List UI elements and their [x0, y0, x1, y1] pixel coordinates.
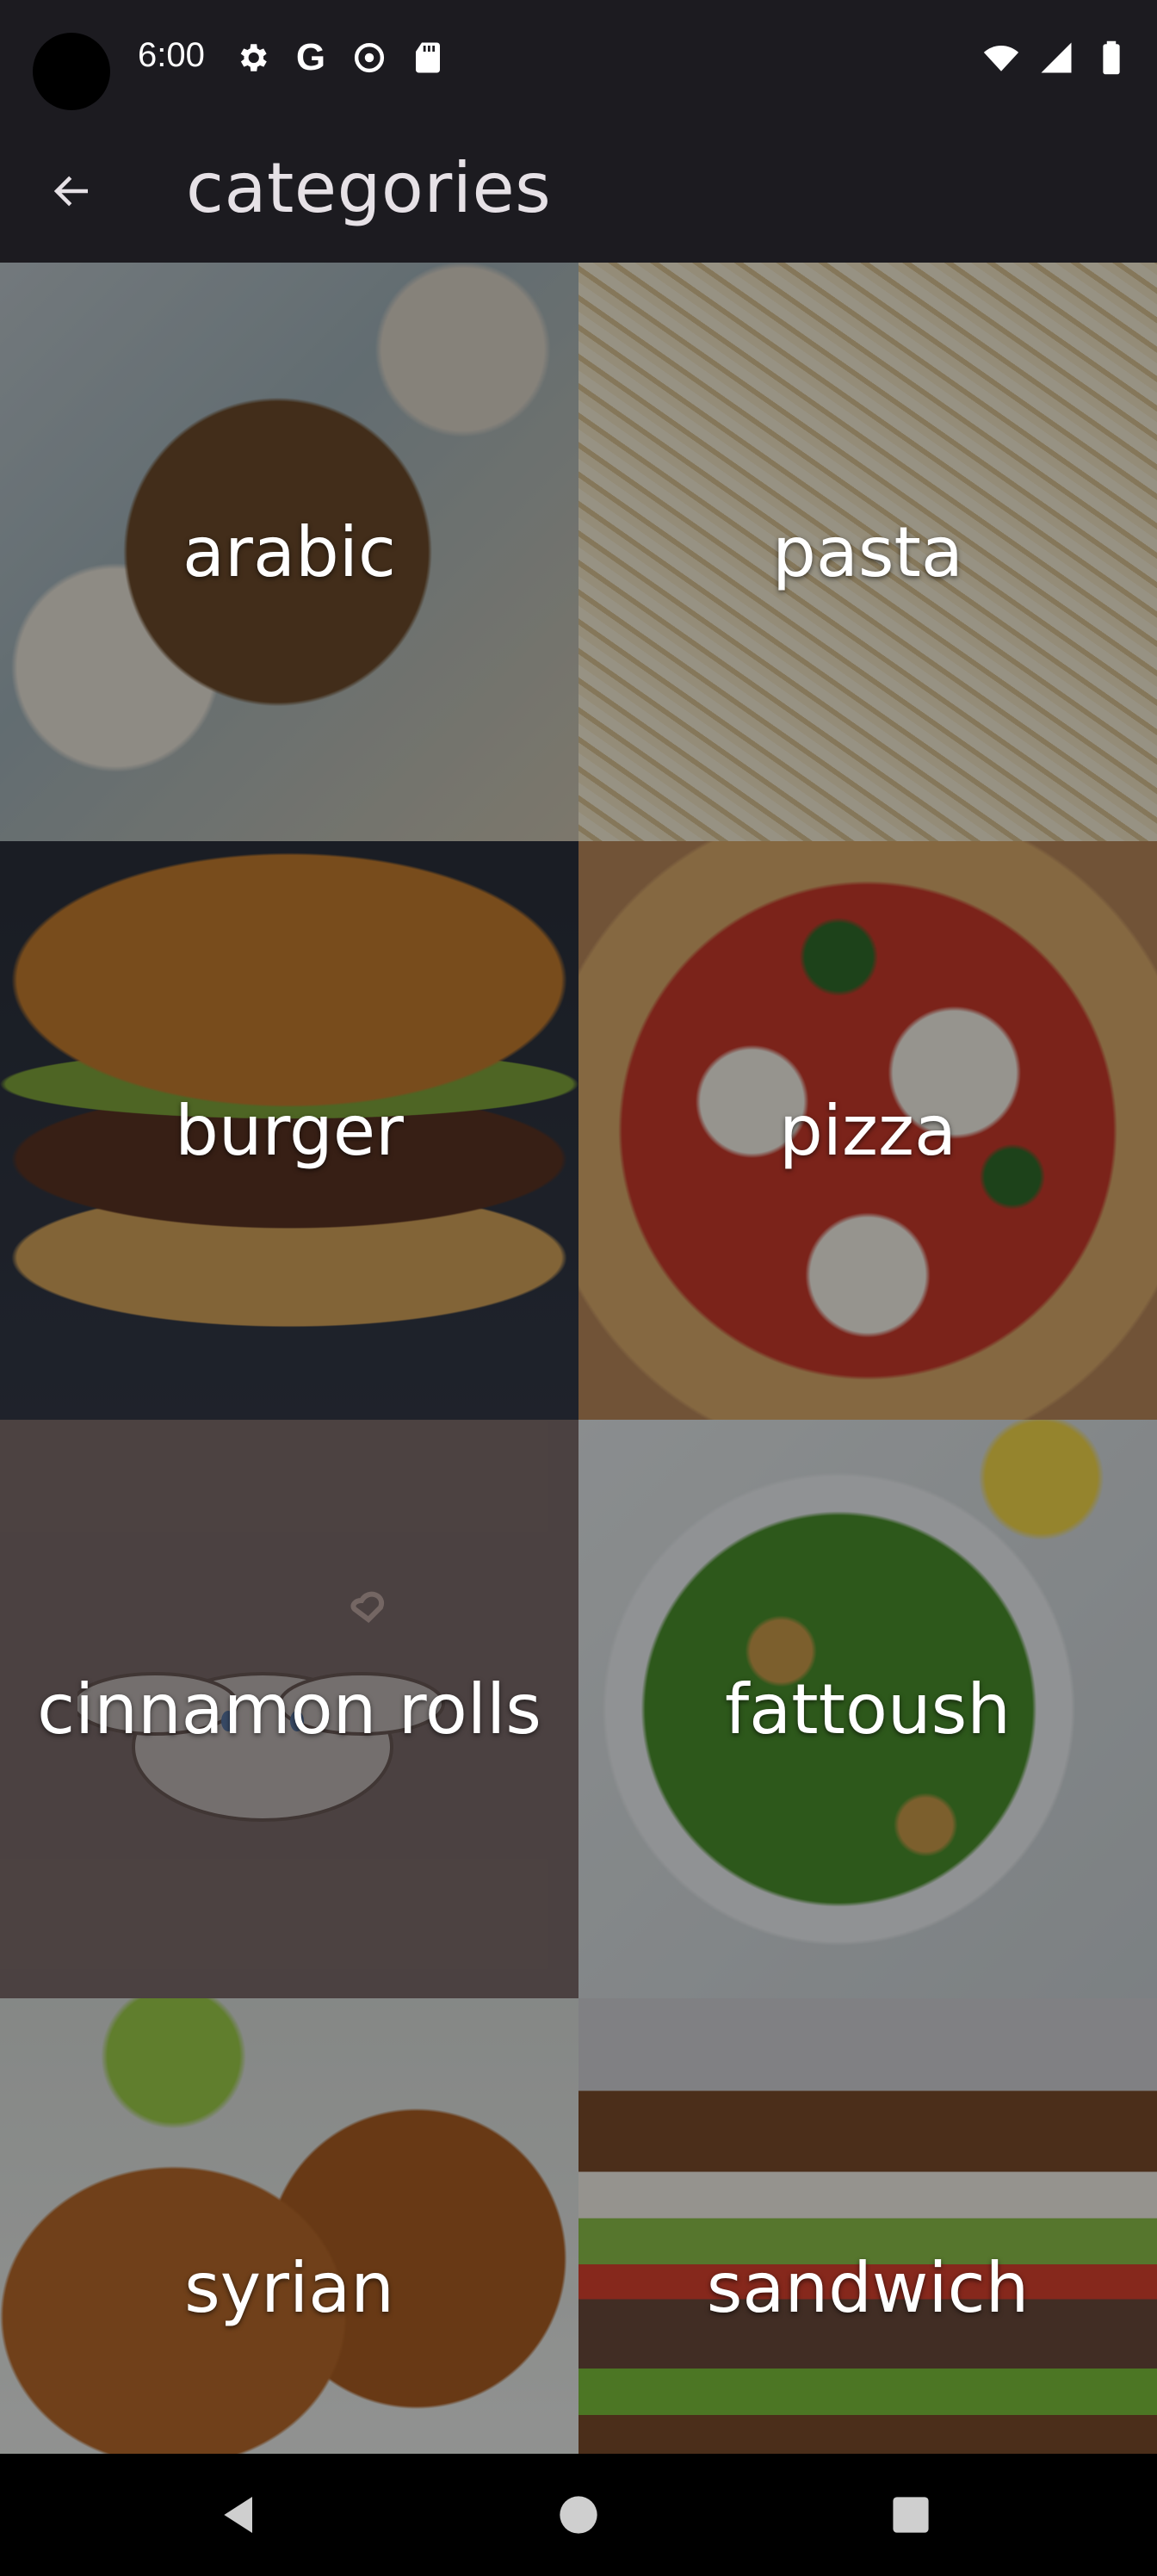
app-bar: categories: [0, 129, 1157, 263]
back-button[interactable]: [36, 155, 108, 227]
category-label: arabic: [183, 511, 396, 592]
nav-back-icon: [224, 2497, 252, 2533]
category-tile-syrian[interactable]: syrian: [0, 1998, 578, 2454]
status-bar: 6:00 G: [0, 0, 1157, 129]
sd-card-icon: [408, 38, 448, 77]
status-icons-left: G: [232, 38, 448, 77]
category-label: sandwich: [706, 2247, 1030, 2328]
status-time: 6:00: [138, 36, 205, 74]
gear-icon: [232, 38, 272, 77]
settings-badge-icon: [350, 38, 389, 77]
page-title: categories: [186, 148, 552, 228]
category-tile-pasta[interactable]: pasta: [578, 263, 1157, 841]
arrow-left-icon: [53, 176, 88, 207]
wifi-icon: [981, 38, 1021, 77]
category-tile-sandwich[interactable]: sandwich: [578, 1998, 1157, 2454]
battery-icon: [1092, 38, 1131, 77]
category-label: cinnamon rolls: [37, 1669, 541, 1749]
category-tile-burger[interactable]: burger: [0, 841, 578, 1420]
category-label: pizza: [778, 1090, 956, 1171]
nav-back-button[interactable]: [210, 2485, 270, 2545]
nav-recents-icon: [893, 2497, 929, 2533]
category-tile-fattoush[interactable]: fattoush: [578, 1420, 1157, 1998]
signal-icon: [1036, 38, 1076, 77]
category-tile-arabic[interactable]: arabic: [0, 263, 578, 841]
category-label: fattoush: [725, 1669, 1011, 1749]
category-label: burger: [175, 1090, 404, 1171]
category-tile-pizza[interactable]: pizza: [578, 841, 1157, 1420]
category-tile-cinnamon-rolls[interactable]: cinnamon rolls: [0, 1420, 578, 1998]
category-grid: arabic pasta burger pizza cinnamon rolls…: [0, 263, 1157, 2454]
nav-recents-button[interactable]: [881, 2485, 941, 2545]
category-label: syrian: [184, 2247, 394, 2328]
system-nav-bar: [0, 2454, 1157, 2576]
google-icon: G: [295, 36, 326, 78]
front-camera: [33, 33, 110, 110]
nav-home-icon: [560, 2496, 597, 2534]
status-icons-right: [981, 38, 1131, 77]
nav-home-button[interactable]: [548, 2485, 609, 2545]
category-label: pasta: [772, 511, 963, 592]
